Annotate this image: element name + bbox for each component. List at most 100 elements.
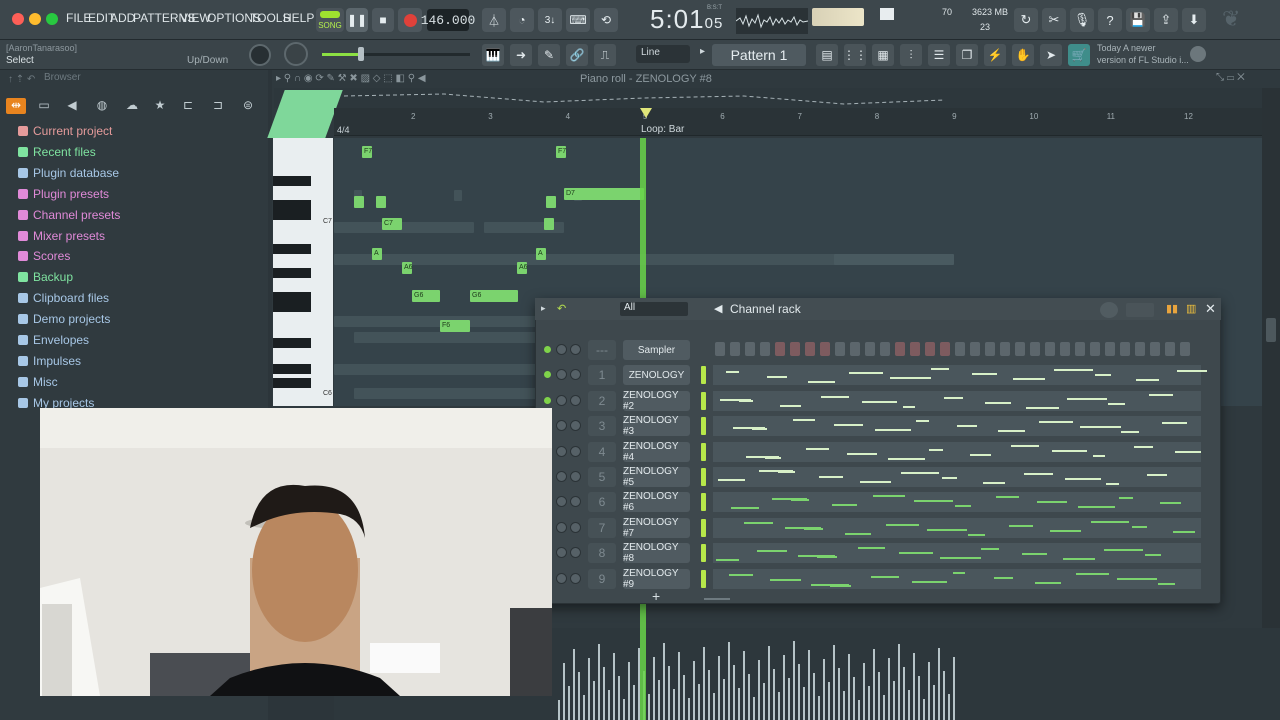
piano-roll-preview[interactable] [713,543,1201,564]
velocity-bar[interactable] [853,677,855,720]
velocity-bar[interactable] [833,645,835,720]
midi-note[interactable]: G6 [470,290,518,302]
velocity-bar[interactable] [728,642,730,720]
minimize-window-button[interactable] [29,13,41,25]
master-pitch-knob[interactable] [249,44,271,66]
channel-name-button[interactable]: ZENOLOGY #7 [623,517,690,539]
browser-item[interactable]: Plugin database [18,163,119,183]
link-button[interactable]: 🔗 [566,44,588,66]
channel-pan-knob[interactable] [556,572,567,584]
midi-note[interactable] [354,196,364,208]
channel-volume-knob[interactable] [570,547,581,559]
piano-roll-preview[interactable] [713,416,1201,437]
channel-mixer-track[interactable]: 4 [588,441,616,462]
velocity-bar[interactable] [753,697,755,720]
black-key[interactable] [273,378,311,388]
add-channel-button[interactable]: + [652,588,660,604]
channel-mixer-track[interactable]: 1 [588,365,616,386]
midi-note[interactable]: D7 [564,188,644,200]
channel-select-indicator[interactable] [701,417,706,436]
channel-filter-select[interactable]: All [620,302,688,316]
velocity-bar[interactable] [688,698,690,720]
velocity-bar[interactable] [768,646,770,720]
master-volume-knob[interactable] [284,42,308,66]
velocity-bar[interactable] [623,699,625,720]
channel-select-indicator[interactable] [701,518,706,537]
rack-undo-icon[interactable]: ↶ [557,302,566,315]
velocity-bar[interactable] [708,670,710,720]
channel-select-indicator[interactable] [701,391,706,410]
browser-item[interactable]: Channel presets [18,205,120,225]
step-pad[interactable] [955,342,965,356]
piano-roll-preview[interactable] [713,390,1201,411]
browser-item[interactable]: Envelopes [18,330,89,350]
midi-note[interactable]: A [372,248,382,260]
metronome-button[interactable]: ⏃ [482,8,506,32]
channel-name-button[interactable]: ZENOLOGY #6 [623,491,690,513]
store-button[interactable]: 🛒 [1068,44,1090,66]
globe-icon[interactable]: ◍ [94,98,110,114]
channel-volume-knob[interactable] [570,445,581,457]
velocity-bar[interactable] [778,692,780,720]
channel-volume-knob[interactable] [570,369,581,381]
browser-item[interactable]: Mixer presets [18,226,105,246]
velocity-bar[interactable] [773,669,775,720]
browser-item[interactable]: Impulses [18,351,81,371]
step-pad[interactable] [1045,342,1055,356]
black-key[interactable] [273,244,311,254]
piano-roll-preview[interactable] [713,467,1201,487]
song-mode-toggle[interactable]: SONG [316,8,344,32]
velocity-bar[interactable] [718,656,720,720]
browser-options-icon[interactable]: ⇹ [6,98,26,114]
menu-help[interactable]: HELP [283,11,314,25]
midi-note[interactable]: F6 [440,320,470,332]
midi-note[interactable]: C7 [382,218,402,230]
channel-mixer-track[interactable]: 5 [588,467,616,487]
step-pad[interactable] [1075,342,1085,356]
wait-for-input-button[interactable]: ◔ [510,8,534,32]
black-key[interactable] [273,302,311,312]
rack-swing-knob[interactable] [1100,302,1118,318]
step-pad[interactable] [1090,342,1100,356]
channel-pan-knob[interactable] [556,420,567,432]
news-globe-icon[interactable] [1190,46,1206,62]
browser-item[interactable]: Recent files [18,142,96,162]
channel-name-button[interactable]: ZENOLOGY #5 [623,466,690,488]
save-button[interactable]: 💾 [1126,8,1150,32]
midi-note[interactable]: A6 [402,262,413,274]
browser-item[interactable]: Plugin presets [18,184,109,204]
midi-note[interactable]: A [536,248,546,260]
rack-scroll-handle[interactable] [704,598,730,600]
velocity-bar[interactable] [828,682,830,720]
step-pad[interactable] [1000,342,1010,356]
collapse-icon[interactable]: ⊐ [210,98,226,114]
velocity-bar[interactable] [788,678,790,720]
step-pad[interactable] [940,342,950,356]
record-audio-button[interactable]: 🎙 [1070,8,1094,32]
speaker-icon[interactable]: ◀ [64,98,80,114]
velocity-bar[interactable] [578,672,580,720]
velocity-lane-left[interactable] [334,696,552,720]
velocity-bar[interactable] [683,675,685,720]
channel-name-button[interactable]: ZENOLOGY #8 [623,542,690,564]
black-key[interactable] [273,268,311,278]
plugin-database-button[interactable]: ⚡ [984,44,1006,66]
news-panel[interactable]: Today A newer version of FL Studio i... [1097,42,1195,66]
arrow-button[interactable]: ➜ [510,44,532,66]
piano-roll-preview[interactable] [713,492,1201,513]
browser-item[interactable]: Current project [18,121,112,141]
timeline-ruler[interactable]: 2 3 4 5 6 7 8 9 10 11 12 [334,108,1262,136]
menu-icon[interactable]: ⊜ [240,98,256,114]
midi-note[interactable] [376,196,386,208]
script-button[interactable]: ➤ [1040,44,1062,66]
velocity-bar[interactable] [893,681,895,720]
channel-name-button[interactable]: ZENOLOGY #9 [623,568,690,590]
velocity-bar[interactable] [843,691,845,720]
velocity-bar[interactable] [923,699,925,720]
step-edit-button[interactable]: ⌨ [566,8,590,32]
velocity-bar[interactable] [758,660,760,720]
oscilloscope[interactable] [735,8,809,34]
midi-note[interactable]: F7 [556,146,566,158]
channel-pan-knob[interactable] [556,521,567,533]
velocity-bar[interactable] [628,662,630,720]
